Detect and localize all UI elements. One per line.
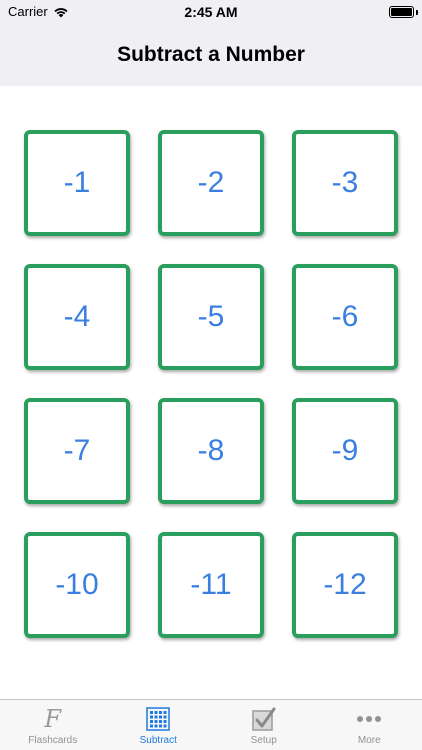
grid-icon [144,705,172,733]
tab-flashcards-label: Flashcards [28,735,78,746]
tab-subtract-label: Subtract [139,735,177,746]
subtract-9-button[interactable]: -9 [292,398,398,504]
more-dots-icon [355,705,383,733]
tab-bar: F Flashcards Subtract Setup More [0,699,422,750]
battery-tip [416,10,418,15]
subtract-8-button[interactable]: -8 [158,398,264,504]
tab-more-label: More [357,735,381,746]
subtract-10-button[interactable]: -10 [24,532,130,638]
navigation-bar: Subtract a Number [0,24,422,86]
status-bar: Carrier 2:45 AM [0,0,422,24]
flashcards-f-icon: F [44,705,62,733]
tab-flashcards[interactable]: F Flashcards [0,700,106,750]
tab-setup-label: Setup [250,735,277,746]
status-time: 2:45 AM [184,4,238,20]
subtract-5-button[interactable]: -5 [158,264,264,370]
subtract-1-button[interactable]: -1 [24,130,130,236]
tab-setup[interactable]: Setup [211,700,317,750]
subtract-7-button[interactable]: -7 [24,398,130,504]
checkbox-icon [250,705,278,733]
subtract-6-button[interactable]: -6 [292,264,398,370]
subtract-11-button[interactable]: -11 [158,532,264,638]
tab-more[interactable]: More [317,700,422,750]
battery-icon [389,6,414,18]
tab-subtract[interactable]: Subtract [106,700,212,750]
subtract-3-button[interactable]: -3 [292,130,398,236]
subtract-12-button[interactable]: -12 [292,532,398,638]
page-title: Subtract a Number [117,43,305,66]
subtract-4-button[interactable]: -4 [24,264,130,370]
subtract-2-button[interactable]: -2 [158,130,264,236]
